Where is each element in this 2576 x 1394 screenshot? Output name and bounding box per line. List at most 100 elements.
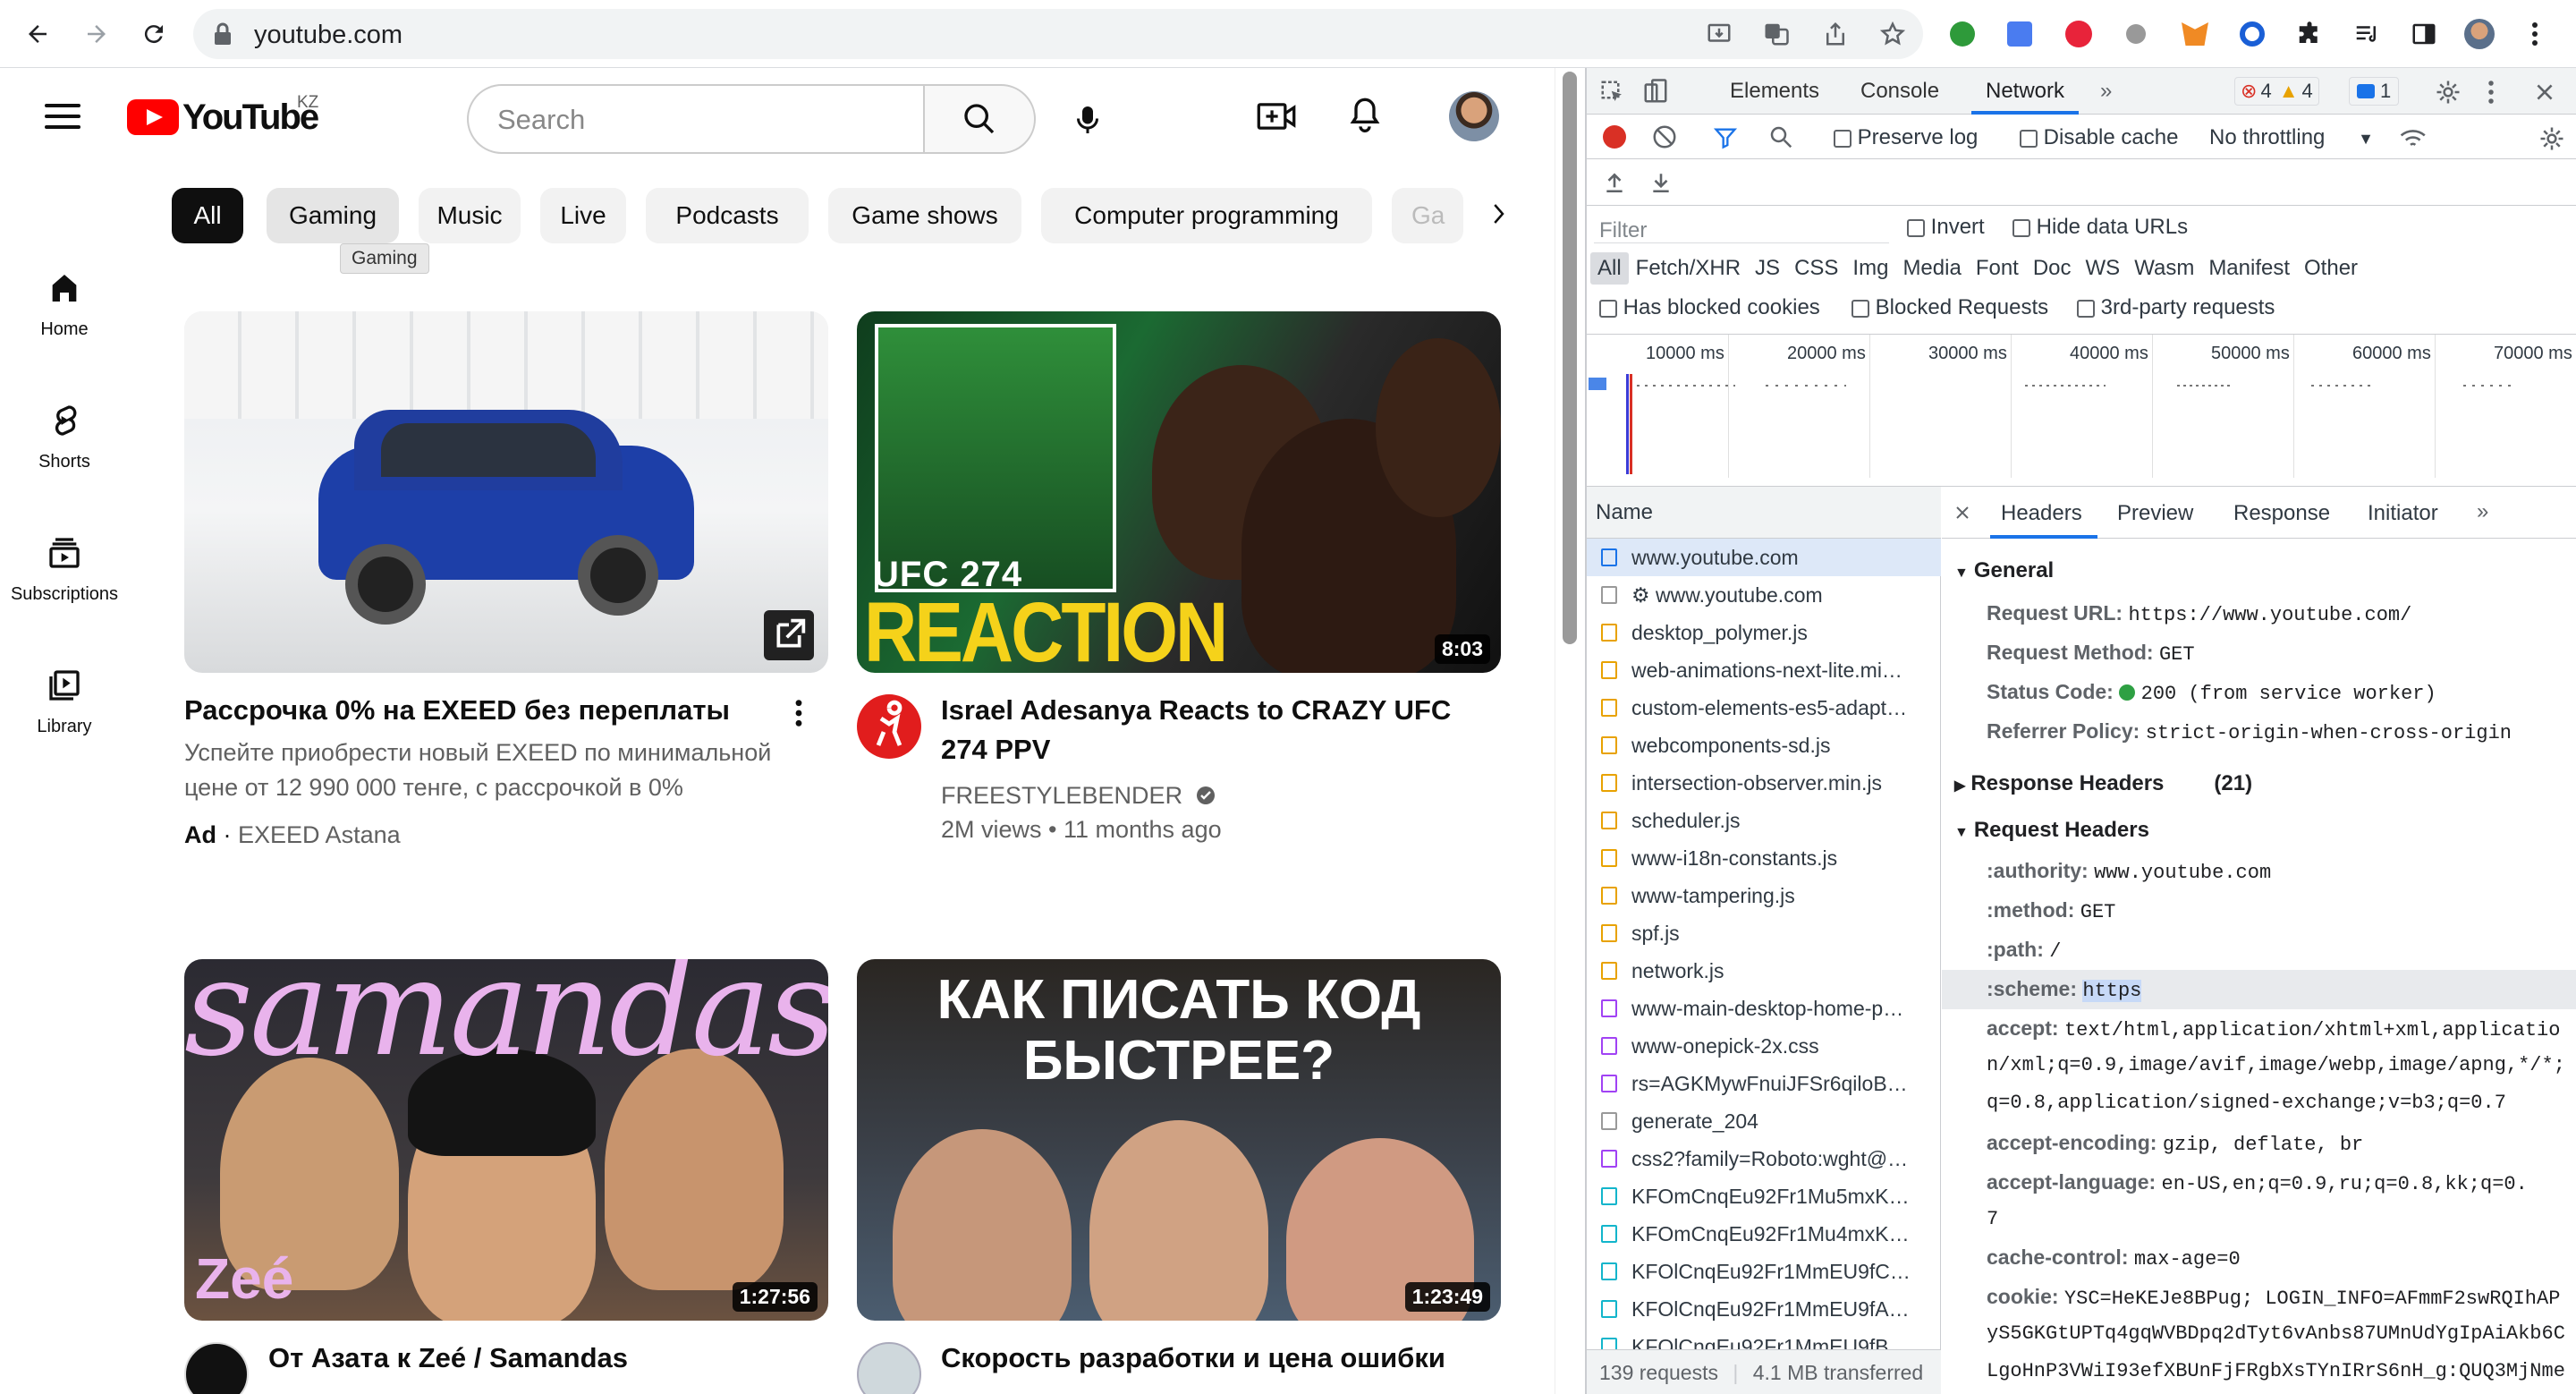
tab-response[interactable]: Response xyxy=(2233,501,2330,526)
search-input[interactable]: Search xyxy=(467,84,923,154)
chip-game-shows[interactable]: Game shows xyxy=(828,188,1021,243)
profile-avatar[interactable] xyxy=(2462,16,2497,52)
side-panel-icon[interactable] xyxy=(2406,16,2442,52)
request-row[interactable]: intersection-observer.min.js xyxy=(1587,764,1941,802)
sidebar-item-library[interactable]: Library xyxy=(0,667,129,737)
response-headers-toggle[interactable]: ▶ Response Headers (21) xyxy=(1954,771,2252,796)
channel-avatar[interactable] xyxy=(857,694,921,759)
video-title-line2[interactable]: 274 PPV xyxy=(941,730,1501,769)
request-row[interactable]: www-onepick-2x.css xyxy=(1587,1027,1941,1065)
install-icon[interactable] xyxy=(1701,16,1737,52)
request-row[interactable]: custom-elements-es5-adapt… xyxy=(1587,689,1941,727)
request-headers-toggle[interactable]: ▼ Request Headers xyxy=(1954,818,2149,843)
type-filter[interactable]: CSS xyxy=(1787,256,1845,281)
checkbox[interactable] xyxy=(2020,129,2038,148)
filter-input[interactable]: Filter xyxy=(1594,215,1889,243)
tab-initiator[interactable]: Initiator xyxy=(2368,501,2438,526)
external-link-icon[interactable] xyxy=(764,610,814,660)
sidebar-item-home[interactable]: Home xyxy=(0,270,129,340)
gear-icon[interactable] xyxy=(2435,79,2462,106)
close-detail-icon[interactable] xyxy=(1954,505,1970,521)
extension-bolt-icon[interactable] xyxy=(2061,16,2097,52)
create-button[interactable] xyxy=(1256,98,1297,139)
video-card[interactable]: samandas Zeé 1:27:56 От Азата к Zeé / Sa… xyxy=(184,959,828,1394)
issues-counter[interactable]: ⊗ 4 ▲ 4 xyxy=(2234,77,2319,106)
tab-headers[interactable]: Headers xyxy=(2001,501,2082,526)
request-row[interactable]: www-main-desktop-home-p… xyxy=(1587,990,1941,1027)
address-bar[interactable]: youtube.com xyxy=(193,9,1923,59)
upload-icon[interactable] xyxy=(1603,170,1626,195)
request-row[interactable]: KFOlCnqEu92Fr1MmEU9fA… xyxy=(1587,1290,1941,1328)
request-row[interactable]: KFOlCnqEu92Fr1MmEU9fC… xyxy=(1587,1253,1941,1290)
type-filter[interactable]: Img xyxy=(1845,256,1895,281)
invert-toggle[interactable]: Invert xyxy=(1907,215,1985,240)
third-party-toggle[interactable]: 3rd-party requests xyxy=(2077,295,2275,320)
thumbnail[interactable] xyxy=(184,311,828,673)
extension-translate-icon[interactable] xyxy=(2002,16,2038,52)
type-filter-all[interactable]: All xyxy=(1590,252,1629,285)
network-settings-gear-icon[interactable] xyxy=(2538,125,2565,152)
type-filter[interactable]: Font xyxy=(1969,256,2026,281)
more-tabs-icon[interactable]: » xyxy=(2100,79,2112,104)
request-row[interactable]: rs=AGKMywFnuiJFSr6qiloB… xyxy=(1587,1065,1941,1102)
request-row[interactable]: KFOmCnqEu92Fr1Mu4mxK… xyxy=(1587,1215,1941,1253)
thumbnail[interactable]: UFC 274 REACTION 8:03 xyxy=(857,311,1501,673)
back-button[interactable] xyxy=(20,16,55,52)
network-conditions-icon[interactable] xyxy=(2399,125,2429,150)
blocked-cookies-toggle[interactable]: Has blocked cookies xyxy=(1599,295,1820,320)
header-row-selected[interactable]: :scheme: https xyxy=(1987,977,2142,1002)
notifications-button[interactable] xyxy=(1347,95,1383,139)
request-row[interactable]: css2?family=Roboto:wght@… xyxy=(1587,1140,1941,1177)
general-section-toggle[interactable]: ▼ General xyxy=(1954,558,2054,583)
more-vert-icon[interactable] xyxy=(792,698,805,728)
throttling-select[interactable]: No throttling ▼ xyxy=(2209,125,2374,150)
chip-podcasts[interactable]: Podcasts xyxy=(646,188,809,243)
hide-data-urls-toggle[interactable]: Hide data URLs xyxy=(2012,215,2188,240)
tab-preview[interactable]: Preview xyxy=(2117,501,2193,526)
record-icon[interactable] xyxy=(1603,125,1626,149)
request-row[interactable]: www.youtube.com xyxy=(1587,539,1941,576)
sidebar-item-shorts[interactable]: Shorts xyxy=(0,403,129,472)
request-row[interactable]: web-animations-next-lite.mi… xyxy=(1587,651,1941,689)
checkbox[interactable] xyxy=(1834,129,1852,148)
chip-computer-programming[interactable]: Computer programming xyxy=(1041,188,1372,243)
search-button[interactable] xyxy=(923,84,1036,154)
timeline-overview[interactable]: 10000 ms 20000 ms 30000 ms 40000 ms 5000… xyxy=(1587,335,2576,487)
chip-all[interactable]: All xyxy=(172,188,243,243)
checkbox[interactable] xyxy=(1852,299,1869,318)
type-filter[interactable]: Manifest xyxy=(2201,256,2297,281)
search-icon[interactable] xyxy=(1767,123,1794,150)
request-row[interactable]: www-i18n-constants.js xyxy=(1587,839,1941,877)
tab-console[interactable]: Console xyxy=(1860,79,1939,104)
ad-channel[interactable]: EXEED Astana xyxy=(238,821,401,848)
type-filter[interactable]: Fetch/XHR xyxy=(1629,256,1748,281)
media-queue-icon[interactable] xyxy=(2349,16,2385,52)
type-filter[interactable]: Media xyxy=(1895,256,1968,281)
video-card[interactable]: UFC 274 REACTION 8:03 Israel Adesanya Re… xyxy=(857,311,1501,843)
chip-partial[interactable]: Ga xyxy=(1392,188,1463,243)
disable-cache-toggle[interactable]: Disable cache xyxy=(2020,125,2178,150)
reload-button[interactable] xyxy=(136,16,172,52)
puzzle-icon[interactable] xyxy=(2292,16,2327,52)
filter-icon[interactable] xyxy=(1712,125,1739,150)
video-title[interactable]: Israel Adesanya Reacts to CRAZY UFC xyxy=(941,691,1501,730)
video-title[interactable]: Скорость разработки и цена ошибки xyxy=(941,1339,1501,1378)
device-toolbar-icon[interactable] xyxy=(1642,77,1669,106)
blocked-requests-toggle[interactable]: Blocked Requests xyxy=(1852,295,2048,320)
request-row[interactable]: spf.js xyxy=(1587,914,1941,952)
request-row[interactable]: KFOmCnqEu92Fr1Mu5mxK… xyxy=(1587,1177,1941,1215)
page-scrollbar-thumb[interactable] xyxy=(1563,72,1577,644)
video-card[interactable]: КАК ПИСАТЬ КОД БЫСТРЕЕ? 1:23:49 Скорость… xyxy=(857,959,1501,1394)
request-row[interactable]: generate_204 xyxy=(1587,1102,1941,1140)
extension-gray-icon[interactable] xyxy=(2118,16,2154,52)
video-title[interactable]: От Азата к Zeé / Samandas xyxy=(268,1339,828,1378)
video-title[interactable]: Рассрочка 0% на EXEED без переплаты xyxy=(184,691,757,730)
request-row[interactable]: scheduler.js xyxy=(1587,802,1941,839)
type-filter[interactable]: Other xyxy=(2297,256,2365,281)
translate-icon[interactable] xyxy=(1758,16,1794,52)
more-tabs-icon[interactable]: » xyxy=(2477,499,2488,524)
type-filter[interactable]: WS xyxy=(2079,256,2128,281)
checkbox[interactable] xyxy=(2077,299,2095,318)
checkbox[interactable] xyxy=(2012,218,2030,237)
channel-avatar[interactable] xyxy=(857,1342,921,1394)
